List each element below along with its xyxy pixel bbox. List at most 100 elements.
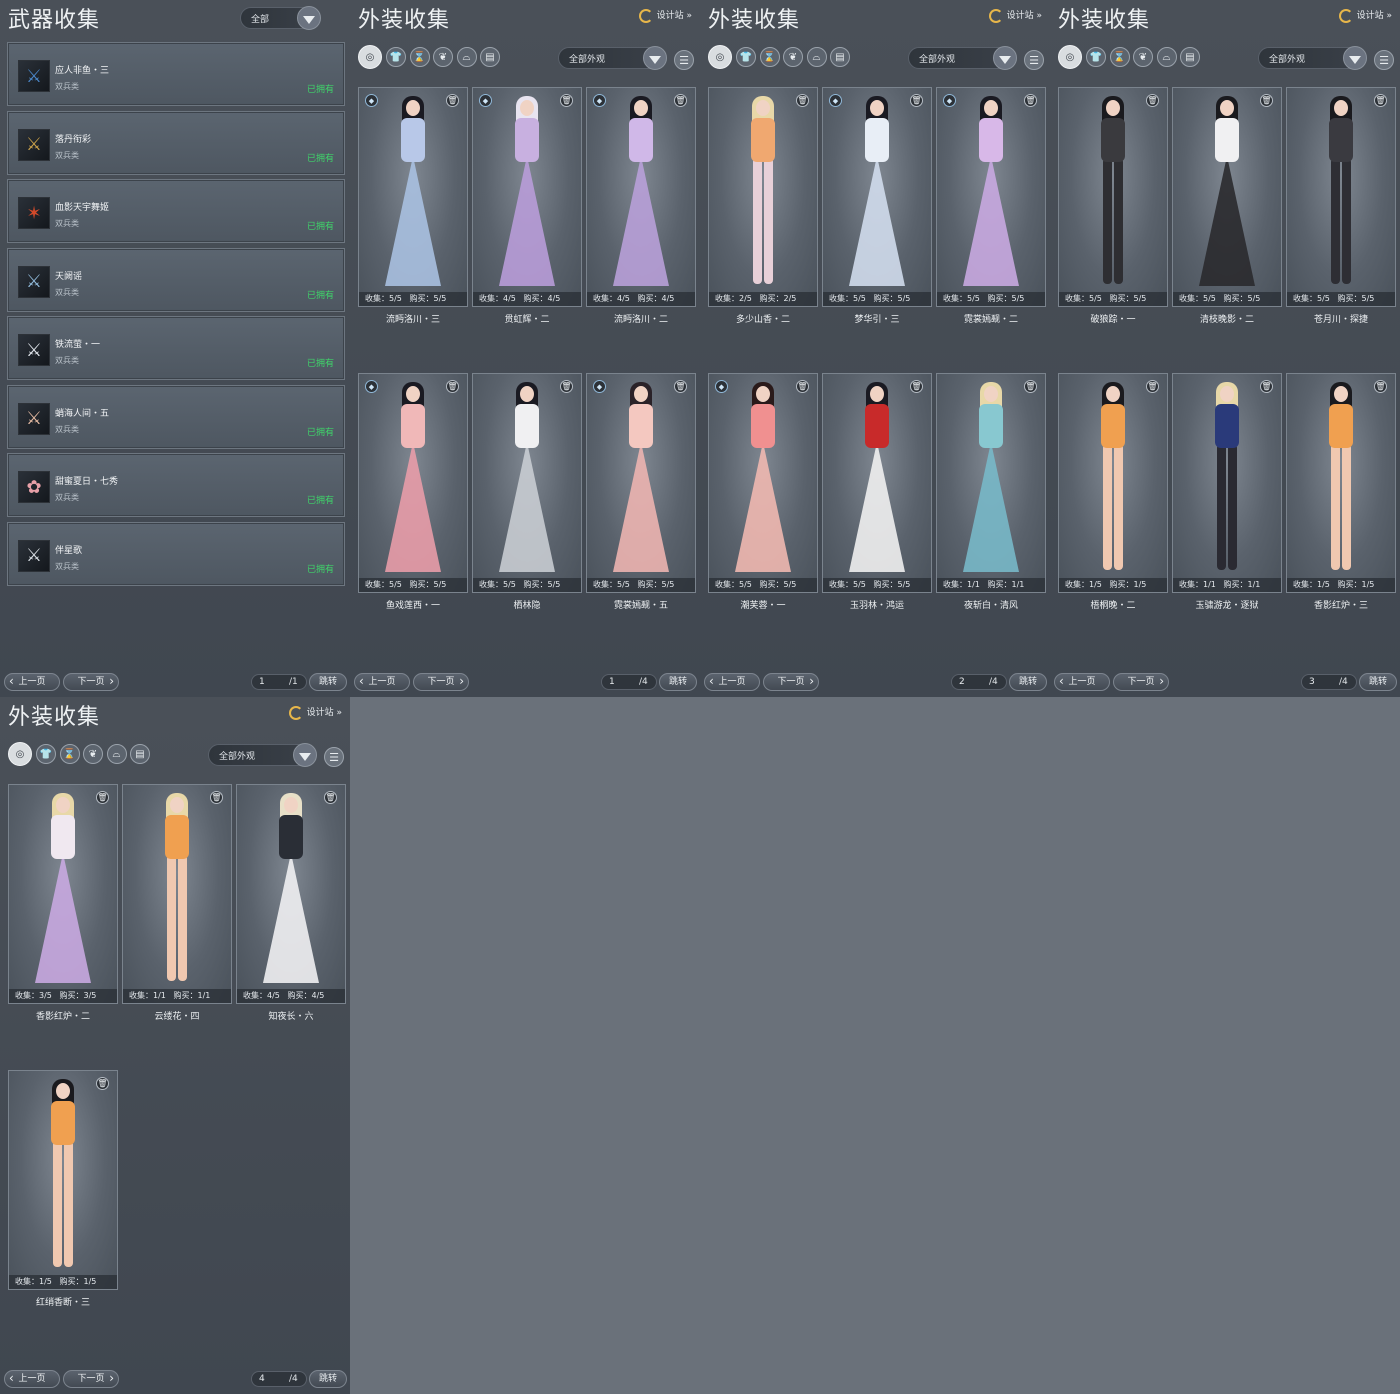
sort-filter-icon[interactable]: ☰ bbox=[1374, 50, 1394, 70]
trash-icon[interactable]: 🗑 bbox=[1146, 380, 1159, 393]
weapon-filter-dropdown[interactable]: 全部 bbox=[240, 6, 321, 30]
trash-icon[interactable]: 🗑 bbox=[1260, 94, 1273, 107]
scroll-icon[interactable]: ▤ bbox=[1180, 47, 1200, 67]
trash-icon[interactable]: 🗑 bbox=[446, 380, 459, 393]
weapon-list-item[interactable]: ⚔ 蛸海人间・五 双兵类 已拥有 bbox=[7, 384, 345, 449]
sort-filter-icon[interactable]: ☰ bbox=[674, 50, 694, 70]
weapon-list-item[interactable]: ⚔ 伴星歌 双兵类 已拥有 bbox=[7, 521, 345, 586]
hat-icon[interactable]: ⌓ bbox=[806, 47, 827, 67]
scroll-icon[interactable]: ▤ bbox=[830, 47, 850, 67]
weapon-list-item[interactable]: ⚔ 天阙谣 双兵类 已拥有 bbox=[7, 247, 345, 312]
trash-icon[interactable]: 🗑 bbox=[796, 380, 809, 393]
outfit-card[interactable]: ◆ 🗑 收集：5/5 购买：5/5 bbox=[358, 373, 468, 593]
designer-link[interactable]: 设计站 » bbox=[288, 705, 342, 720]
page-number-input[interactable]: 1 bbox=[251, 674, 307, 690]
hat-icon[interactable]: ⌓ bbox=[1156, 47, 1177, 67]
outfit-card[interactable]: 🗑 收集：1/5 购买：1/5 bbox=[1058, 373, 1168, 593]
outfit-filter-dropdown[interactable]: 全部外观 bbox=[1258, 46, 1367, 70]
chevron-down-icon[interactable] bbox=[993, 46, 1017, 70]
outfit-card[interactable]: 🗑 收集：1/1 购买：1/1 bbox=[936, 373, 1046, 593]
outfit-card[interactable]: 🗑 收集：1/5 购买：1/5 bbox=[8, 1070, 118, 1290]
hair-icon[interactable]: ❦ bbox=[83, 744, 103, 764]
prev-page-button[interactable]: 上一页 bbox=[1054, 673, 1110, 691]
weapon-list-item[interactable]: ✶ 血影天宇舞姬 双兵类 已拥有 bbox=[7, 179, 345, 243]
trash-icon[interactable]: 🗑 bbox=[560, 380, 573, 393]
chevron-down-icon[interactable] bbox=[643, 46, 667, 70]
prev-page-button[interactable]: 上一页 bbox=[354, 673, 410, 691]
trash-icon[interactable]: 🗑 bbox=[324, 791, 337, 804]
prev-page-button[interactable]: 上一页 bbox=[4, 673, 60, 691]
trash-icon[interactable]: 🗑 bbox=[1024, 380, 1037, 393]
outfit-filter-dropdown[interactable]: 全部外观 bbox=[558, 46, 667, 70]
designer-link[interactable]: 设计站 » bbox=[1338, 8, 1392, 23]
next-page-button[interactable]: 下一页 bbox=[763, 673, 819, 691]
jump-button[interactable]: 跳转 bbox=[309, 673, 347, 691]
outfit-card[interactable]: ◆ 🗑 收集：5/5 购买：5/5 bbox=[586, 373, 696, 593]
jump-button[interactable]: 跳转 bbox=[309, 1370, 347, 1388]
outfit-card[interactable]: 🗑 收集：1/1 购买：1/1 bbox=[122, 784, 232, 1004]
outfit-card[interactable]: 🗑 收集：5/5 购买：5/5 bbox=[822, 373, 932, 593]
trash-icon[interactable]: 🗑 bbox=[910, 94, 923, 107]
page-number-input[interactable]: 4 bbox=[251, 1371, 307, 1387]
outfit-card[interactable]: 🗑 收集：1/1 购买：1/1 bbox=[1172, 373, 1282, 593]
page-number-input[interactable]: 1 bbox=[601, 674, 657, 690]
top-icon[interactable]: 👕 bbox=[1086, 47, 1106, 67]
outfit-card[interactable]: 🗑 收集：3/5 购买：3/5 bbox=[8, 784, 118, 1004]
designer-link[interactable]: 设计站 » bbox=[638, 8, 692, 23]
trash-icon[interactable]: 🗑 bbox=[1260, 380, 1273, 393]
outfit-card[interactable]: ◆ 🗑 收集：4/5 购买：4/5 bbox=[472, 87, 582, 307]
outfit-card[interactable]: ◆ 🗑 收集：5/5 购买：5/5 bbox=[358, 87, 468, 307]
prev-page-button[interactable]: 上一页 bbox=[4, 1370, 60, 1388]
outfit-filter-dropdown[interactable]: 全部外观 bbox=[208, 743, 317, 767]
chevron-down-icon[interactable] bbox=[293, 743, 317, 767]
top-icon[interactable]: 👕 bbox=[736, 47, 756, 67]
designer-link[interactable]: 设计站 » bbox=[988, 8, 1042, 23]
outfit-card[interactable]: 🗑 收集：4/5 购买：4/5 bbox=[236, 784, 346, 1004]
outfit-card[interactable]: ◆ 🗑 收集：5/5 购买：5/5 bbox=[936, 87, 1046, 307]
trash-icon[interactable]: 🗑 bbox=[96, 791, 109, 804]
outfit-card[interactable]: 🗑 收集：1/5 购买：1/5 bbox=[1286, 373, 1396, 593]
chevron-down-icon[interactable] bbox=[1343, 46, 1367, 70]
hat-icon[interactable]: ⌓ bbox=[456, 47, 477, 67]
next-page-button[interactable]: 下一页 bbox=[1113, 673, 1169, 691]
trash-icon[interactable]: 🗑 bbox=[674, 94, 687, 107]
outfit-card[interactable]: ◆ 🗑 收集：5/5 购买：5/5 bbox=[822, 87, 932, 307]
outfit-card[interactable]: ◆ 🗑 收集：4/5 购买：4/5 bbox=[586, 87, 696, 307]
weapon-list-item[interactable]: ⚔ 铁流萤・一 双兵类 已拥有 bbox=[7, 316, 345, 380]
hair-icon[interactable]: ❦ bbox=[1133, 47, 1153, 67]
outfit-card[interactable]: 🗑 收集：5/5 购买：5/5 bbox=[1286, 87, 1396, 307]
page-number-input[interactable]: 3 bbox=[1301, 674, 1357, 690]
next-page-button[interactable]: 下一页 bbox=[63, 1370, 119, 1388]
trash-icon[interactable]: 🗑 bbox=[1024, 94, 1037, 107]
outfit-card[interactable]: 🗑 收集：5/5 购买：5/5 bbox=[1058, 87, 1168, 307]
waist-icon[interactable]: ⌛ bbox=[1109, 47, 1130, 67]
hat-icon[interactable]: ⌓ bbox=[106, 744, 127, 764]
trash-icon[interactable]: 🗑 bbox=[1374, 94, 1387, 107]
outfit-card[interactable]: 🗑 收集：5/5 购买：5/5 bbox=[1172, 87, 1282, 307]
trash-icon[interactable]: 🗑 bbox=[910, 380, 923, 393]
hair-icon[interactable]: ❦ bbox=[433, 47, 453, 67]
trash-icon[interactable]: 🗑 bbox=[1374, 380, 1387, 393]
outfit-card[interactable]: 🗑 收集：5/5 购买：5/5 bbox=[472, 373, 582, 593]
waist-icon[interactable]: ⌛ bbox=[59, 744, 80, 764]
outfit-card[interactable]: 🗑 收集：2/5 购买：2/5 bbox=[708, 87, 818, 307]
jump-button[interactable]: 跳转 bbox=[1009, 673, 1047, 691]
scroll-icon[interactable]: ▤ bbox=[130, 744, 150, 764]
trash-icon[interactable]: 🗑 bbox=[446, 94, 459, 107]
trash-icon[interactable]: 🗑 bbox=[674, 380, 687, 393]
all-icon[interactable]: ◎ bbox=[1058, 45, 1082, 69]
jump-button[interactable]: 跳转 bbox=[1359, 673, 1397, 691]
all-icon[interactable]: ◎ bbox=[8, 742, 32, 766]
trash-icon[interactable]: 🗑 bbox=[210, 791, 223, 804]
weapon-list-item[interactable]: ⚔ 应人非鱼・三 双兵类 已拥有 bbox=[7, 42, 345, 106]
next-page-button[interactable]: 下一页 bbox=[413, 673, 469, 691]
outfit-card[interactable]: ◆ 🗑 收集：5/5 购买：5/5 bbox=[708, 373, 818, 593]
top-icon[interactable]: 👕 bbox=[386, 47, 406, 67]
chevron-down-icon[interactable] bbox=[297, 6, 321, 30]
jump-button[interactable]: 跳转 bbox=[659, 673, 697, 691]
all-icon[interactable]: ◎ bbox=[708, 45, 732, 69]
weapon-list-item[interactable]: ✿ 甜蜜夏日・七秀 双兵类 已拥有 bbox=[7, 453, 345, 517]
sort-filter-icon[interactable]: ☰ bbox=[1024, 50, 1044, 70]
prev-page-button[interactable]: 上一页 bbox=[704, 673, 760, 691]
trash-icon[interactable]: 🗑 bbox=[1146, 94, 1159, 107]
